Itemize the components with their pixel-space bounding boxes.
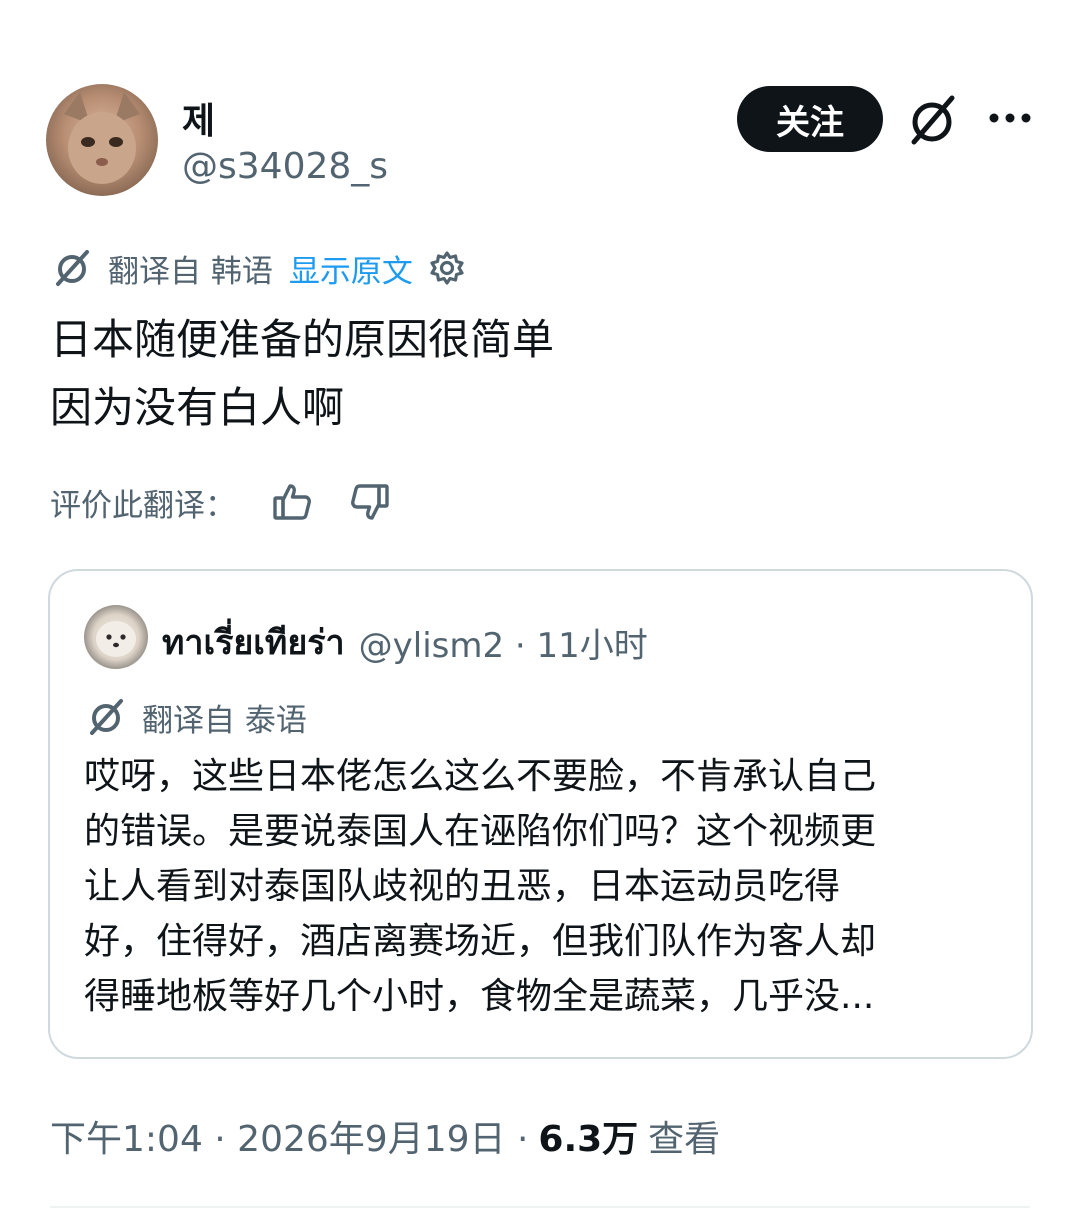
timestamp[interactable]: 下午1:04 · 2026年9月19日 · (50, 1110, 528, 1162)
quoted-author-name[interactable]: ทาเรี่ยเทียร่า (162, 615, 345, 669)
rate-translation-label: 评价此翻译： (50, 487, 236, 524)
author-display-name[interactable]: 제 (182, 92, 215, 144)
tweet-page: 제 @s34028_s 关注 翻译自 韩语 显示原文 日本随便准备的原因很简单 … (0, 0, 1080, 1220)
quoted-text-line: 哎呀，这些日本佬怎么这么不要脸，不肯承认自己 (84, 756, 877, 797)
quoted-tweet[interactable]: ทาเรี่ยเทียร่า @ylism2 · 11小时 翻译自 泰语 哎呀，… (48, 569, 1033, 1059)
translate-icon (56, 250, 89, 286)
quoted-text-line: 的错误。是要说泰国人在诬陷你们吗？这个视频更 (84, 811, 877, 852)
follow-button[interactable]: 关注 (737, 86, 883, 152)
quoted-meta: @ylism2 · 11小时 (358, 625, 648, 666)
translate-icon (90, 699, 123, 735)
view-count: 6.3万 (538, 1119, 639, 1160)
grok-icon[interactable] (904, 92, 960, 148)
quoted-text: 哎呀，这些日本佬怎么这么不要脸，不肯承认自己 的错误。是要说泰国人在诬陷你们吗？… (84, 749, 876, 1024)
quoted-author-avatar[interactable] (84, 605, 148, 669)
quoted-translation-bar: 翻译自 泰语 (86, 695, 307, 739)
show-original-link[interactable]: 显示原文 (289, 246, 413, 291)
quoted-header: ทาเรี่ยเทียร่า @ylism2 · 11小时 (162, 615, 648, 669)
tweet-text: 日本随便准备的原因很简单 因为没有白人啊 (50, 306, 554, 442)
author-avatar[interactable] (46, 84, 158, 196)
quoted-text-line: 让人看到对泰国队歧视的丑恶，日本运动员吃得 (84, 866, 841, 907)
tweet-text-line: 日本随便准备的原因很简单 (50, 315, 555, 364)
translation-label: 翻译自 韩语 (108, 253, 273, 290)
tweet-text-line: 因为没有白人啊 (50, 383, 345, 432)
thumbs-up-icon[interactable] (270, 480, 314, 524)
views-label: 查看 (648, 1119, 721, 1160)
more-icon[interactable] (984, 96, 1036, 140)
quoted-text-line: 好，住得好，酒店离赛场近，但我们队作为客人却 (84, 921, 877, 962)
thumbs-down-icon[interactable] (348, 480, 392, 524)
tweet-footer: 下午1:04 · 2026年9月19日 · 6.3万 查看 (50, 1110, 720, 1162)
quoted-text-line: 得睡地板等好几个小时，食物全是蔬菜，几乎没... (84, 976, 875, 1017)
rate-translation-bar: 评价此翻译： (50, 476, 392, 528)
divider (50, 1206, 1030, 1208)
gear-icon[interactable] (427, 248, 467, 288)
translation-bar: 翻译自 韩语 显示原文 (52, 246, 467, 290)
quoted-translation-label: 翻译自 泰语 (142, 702, 307, 739)
author-handle[interactable]: @s34028_s (182, 146, 388, 187)
